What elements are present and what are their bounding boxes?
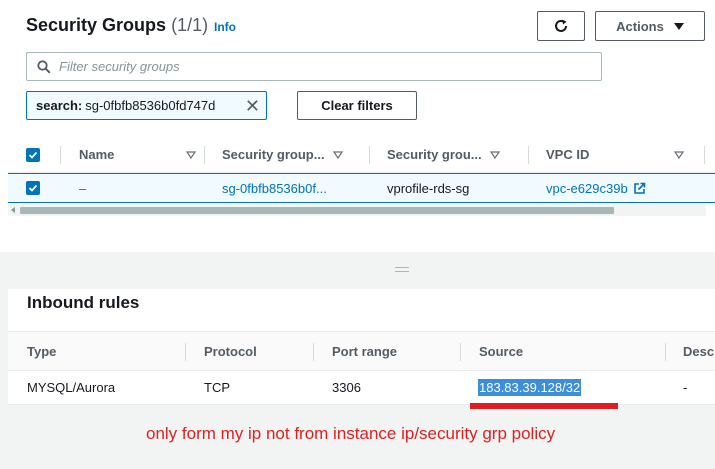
row-security-group-id[interactable]: sg-0fbfb8536b0f... xyxy=(222,174,327,202)
select-all-checkbox[interactable] xyxy=(26,137,40,172)
column-security-group-id[interactable]: Security group... xyxy=(222,137,343,172)
refresh-button[interactable] xyxy=(537,11,585,41)
search-icon xyxy=(37,59,51,74)
sort-icon xyxy=(332,150,343,159)
row-checkbox[interactable] xyxy=(26,174,40,202)
actions-button[interactable]: Actions xyxy=(595,11,705,41)
sort-icon xyxy=(489,150,500,159)
search-field[interactable] xyxy=(26,52,602,81)
refresh-icon xyxy=(555,19,567,32)
horizontal-scrollbar[interactable] xyxy=(8,204,706,216)
close-icon[interactable]: ✕ xyxy=(245,97,260,115)
checkbox-checked-icon xyxy=(26,181,40,195)
sort-icon[interactable] xyxy=(174,137,196,172)
external-link-icon xyxy=(633,182,645,194)
column-port-range: Port range xyxy=(332,343,398,359)
caret-down-icon xyxy=(673,22,684,30)
inbound-rules-title: Inbound rules xyxy=(27,293,140,312)
search-input[interactable] xyxy=(59,59,601,74)
table-row: MYSQL/Aurora TCP 3306 183.83.39.128/32 - xyxy=(8,371,715,405)
rule-type: MYSQL/Aurora xyxy=(27,380,116,395)
column-vpc-id[interactable]: VPC ID xyxy=(546,137,589,172)
column-protocol: Protocol xyxy=(204,343,257,359)
scrollbar-thumb[interactable] xyxy=(20,207,614,214)
actions-label: Actions xyxy=(616,18,664,34)
filter-token: search: sg-0fbfb8536b0fd747d ✕ xyxy=(26,91,267,120)
filter-token-key: search: xyxy=(36,98,83,113)
column-security-group-name[interactable]: Security grou... xyxy=(387,137,500,172)
rule-protocol: TCP xyxy=(204,380,230,395)
row-name: – xyxy=(79,180,87,196)
security-groups-panel: Security Groups (1/1) Info Actions searc… xyxy=(0,0,715,252)
rule-description: - xyxy=(683,380,688,395)
rule-source: 183.83.39.128/32 xyxy=(478,371,582,404)
sort-icon[interactable] xyxy=(674,137,684,172)
clear-filters-button[interactable]: Clear filters xyxy=(297,91,417,120)
selection-count: (1/1) xyxy=(171,15,209,35)
info-link[interactable]: Info xyxy=(214,20,236,34)
column-source: Source xyxy=(479,343,524,359)
resize-grip-icon[interactable] xyxy=(395,267,409,272)
filter-token-value: sg-0fbfb8536b0fd747d xyxy=(85,98,216,113)
column-description: Desc xyxy=(683,343,715,359)
column-name[interactable]: Name xyxy=(79,137,114,172)
split-panel-divider[interactable] xyxy=(0,253,715,289)
table-header: Name Security group... Security grou... … xyxy=(8,137,715,173)
rule-source-value: 183.83.39.128/32 xyxy=(478,379,582,396)
table-row[interactable]: – sg-0fbfb8536b0f... vprofile-rds-sg vpc… xyxy=(8,173,715,203)
inbound-rules-panel: Inbound rules Type Protocol Port range S… xyxy=(8,289,715,405)
annotation-underline xyxy=(470,403,618,409)
security-groups-table: Name Security group... Security grou... … xyxy=(8,137,715,203)
column-type: Type xyxy=(27,343,57,359)
title-text: Security Groups xyxy=(26,15,167,35)
page-title: Security Groups (1/1) xyxy=(26,15,208,36)
inbound-rules-header: Type Protocol Port range Source Desc xyxy=(8,331,715,371)
row-vpc-id[interactable]: vpc-e629c39b xyxy=(546,174,646,202)
row-security-group-name: vprofile-rds-sg xyxy=(387,180,470,196)
annotation-text: only form my ip not from instance ip/sec… xyxy=(146,424,556,443)
checkbox-checked-icon xyxy=(26,147,40,162)
scroll-left-icon[interactable] xyxy=(11,207,15,213)
rule-port-range: 3306 xyxy=(332,380,361,395)
